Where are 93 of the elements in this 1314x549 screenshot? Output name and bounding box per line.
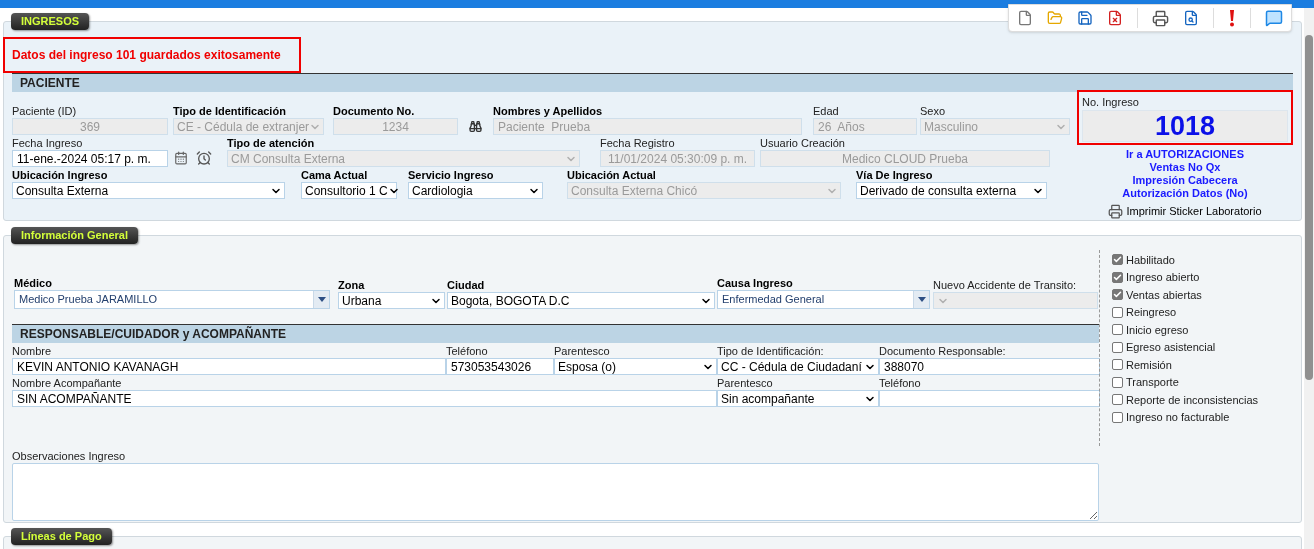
field-label: Tipo de atención (227, 137, 316, 150)
scrollbar-thumb[interactable] (1305, 35, 1313, 380)
dropdown-button[interactable] (913, 291, 929, 308)
observations-field[interactable] (12, 463, 1099, 521)
select-field[interactable]: Urbana (338, 292, 445, 309)
field-label: Tipo de Identificación: (717, 345, 825, 358)
field-label: Teléfono (446, 345, 489, 358)
link[interactable]: Impresión Cabecera (1132, 174, 1238, 187)
field-label: Parentesco (554, 345, 611, 358)
field-label: Teléfono (879, 377, 922, 390)
checkbox[interactable] (1112, 376, 1123, 388)
checkbox[interactable] (1112, 271, 1123, 283)
checkbox[interactable] (1112, 324, 1123, 336)
field-label: Ciudad (447, 279, 486, 292)
checkbox-label: Reingreso (1126, 305, 1177, 320)
field-label: Causa Ingreso (717, 277, 794, 290)
checkbox[interactable] (1112, 394, 1123, 406)
field-label: Sexo (920, 105, 947, 118)
checkbox[interactable] (1112, 411, 1123, 423)
field-label: Nuevo Accidente de Transito: (933, 279, 1078, 292)
caret-icon (317, 297, 326, 302)
field-label: Edad (813, 105, 840, 118)
select-field[interactable]: Consultorio 1 C (301, 182, 397, 199)
admission-number: 1018 (1082, 110, 1288, 142)
field-label: Vía De Ingreso (856, 169, 934, 182)
exclamation-icon[interactable] (1228, 9, 1236, 27)
section-header: RESPONSABLE/CUIDADOR y ACOMPAÑANTE (12, 324, 1099, 343)
field-label: Cama Actual (301, 169, 369, 182)
link[interactable]: Autorización Datos (No) (1122, 187, 1248, 200)
link[interactable]: Ventas No Qx (1149, 161, 1221, 174)
checkbox-label: Egreso asistencial (1126, 340, 1216, 355)
checkbox-label: Transporte (1126, 375, 1179, 390)
field-label: Médico (14, 277, 53, 290)
field-label: Documento No. (333, 105, 416, 118)
checkbox-label: Ingreso no facturable (1126, 410, 1230, 425)
checkbox-label: Reporte de inconsistencias (1126, 392, 1259, 408)
link[interactable]: Ir a AUTORIZACIONES (1126, 148, 1244, 161)
field-label: Fecha Ingreso (12, 137, 84, 150)
text-field[interactable]: 573053543026 (446, 358, 554, 375)
field-label: Paciente (ID) (12, 105, 78, 118)
checkbox[interactable] (1112, 359, 1123, 371)
save-icon[interactable] (1077, 10, 1093, 26)
combo-field[interactable]: Enfermedad General (717, 290, 930, 309)
search-document-icon[interactable] (1183, 10, 1199, 26)
select-field[interactable]: Consulta Externa (12, 182, 285, 199)
checkbox[interactable] (1112, 289, 1123, 301)
field-label: Servicio Ingreso (408, 169, 495, 182)
binoculars-icon[interactable] (469, 120, 482, 133)
print-icon[interactable] (1108, 203, 1124, 219)
field-label: Tipo de Identificación (173, 105, 287, 118)
checkbox-label: Habilitado (1126, 252, 1175, 268)
select-field[interactable]: CC - Cédula de Ciudadaní (717, 358, 879, 375)
checkbox[interactable] (1112, 254, 1123, 266)
field-label: Observaciones Ingreso (12, 450, 127, 463)
success-message: Datos del ingreso 101 guardados exitosamente (12, 47, 281, 64)
checkbox[interactable] (1112, 306, 1123, 318)
select-field[interactable]: Cardiologia (408, 182, 543, 199)
text-field[interactable]: 11-ene.-2024 05:17 p. m. (12, 150, 168, 167)
select-field[interactable]: Bogota, BOGOTA D.C (447, 292, 715, 309)
field-label: Ubicación Actual (567, 169, 657, 182)
field-label: Fecha Registro (600, 137, 676, 150)
checkbox-label: Remisión (1126, 357, 1172, 373)
alarm-clock-icon[interactable] (196, 150, 212, 166)
field-label: Nombres y Apellidos (493, 105, 603, 118)
select-field[interactable]: Derivado de consulta externa (856, 182, 1047, 199)
print-sticker-link[interactable]: Imprimir Sticker Laboratorio (1126, 203, 1262, 220)
field-label: Ubicación Ingreso (12, 169, 109, 182)
field-label: Zona (338, 279, 366, 292)
field-label: Nombre (12, 345, 53, 358)
field-label: Usuario Creación (760, 137, 846, 150)
text-field[interactable]: 388070 (879, 358, 1100, 375)
section-header: PACIENTE (12, 73, 1293, 92)
caret-icon (917, 297, 926, 302)
delete-document-icon[interactable] (1107, 10, 1123, 26)
select-field[interactable]: Sin acompañante (717, 390, 879, 407)
select-field[interactable]: Esposa (o) (554, 358, 717, 375)
checkbox[interactable] (1112, 341, 1123, 353)
text-field[interactable] (879, 390, 1100, 407)
dropdown-button[interactable] (313, 291, 329, 308)
field-label: Parentesco (717, 377, 774, 390)
field-label: Documento Responsable: (879, 345, 1007, 358)
text-field[interactable]: KEVIN ANTONIO KAVANAGH (12, 358, 446, 375)
combo-field[interactable]: Medico Prueba JARAMILLO (14, 290, 330, 309)
checkbox-label: Ingreso abierto (1126, 270, 1200, 285)
new-document-icon[interactable] (1017, 10, 1033, 26)
field-label: Nombre Acompañante (12, 377, 123, 390)
text-field[interactable]: SIN ACOMPAÑANTE (12, 390, 717, 407)
field-label: No. Ingreso (1082, 96, 1140, 108)
chat-icon[interactable] (1265, 9, 1283, 27)
checkbox-label: Ventas abiertas (1126, 287, 1202, 303)
print-icon[interactable] (1152, 9, 1169, 27)
checkbox-label: Inicio egreso (1126, 322, 1189, 338)
calendar-icon[interactable] (174, 151, 188, 165)
